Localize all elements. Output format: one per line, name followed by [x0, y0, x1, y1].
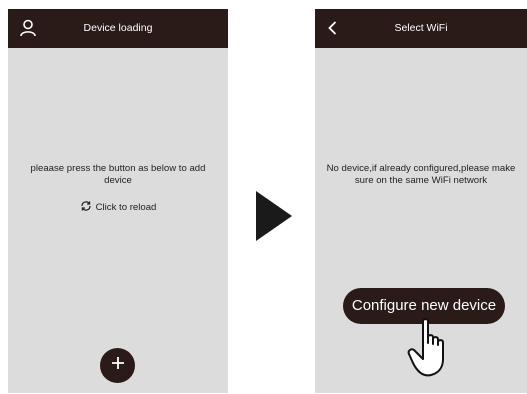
- device-loading-screen: Device loading pleaase press the button …: [8, 9, 228, 393]
- select-wifi-screen: Select WiFi No device,if already configu…: [315, 9, 527, 393]
- plus-icon: [110, 355, 126, 376]
- play-arrow-icon: [254, 189, 294, 243]
- no-device-text: No device,if already configured,please m…: [326, 163, 516, 186]
- hand-pointer-icon: [407, 317, 457, 379]
- page-title: Device loading: [83, 22, 153, 34]
- reload-label: Click to reload: [95, 202, 157, 213]
- reload-icon: [80, 200, 92, 215]
- instruction-text: pleaase press the button as below to add…: [30, 163, 206, 186]
- add-device-button[interactable]: [100, 348, 135, 383]
- top-bar: Select WiFi: [315, 9, 527, 48]
- page-title: Select WiFi: [394, 22, 448, 34]
- top-bar: Device loading: [8, 9, 228, 48]
- reload-link[interactable]: Click to reload: [8, 200, 228, 215]
